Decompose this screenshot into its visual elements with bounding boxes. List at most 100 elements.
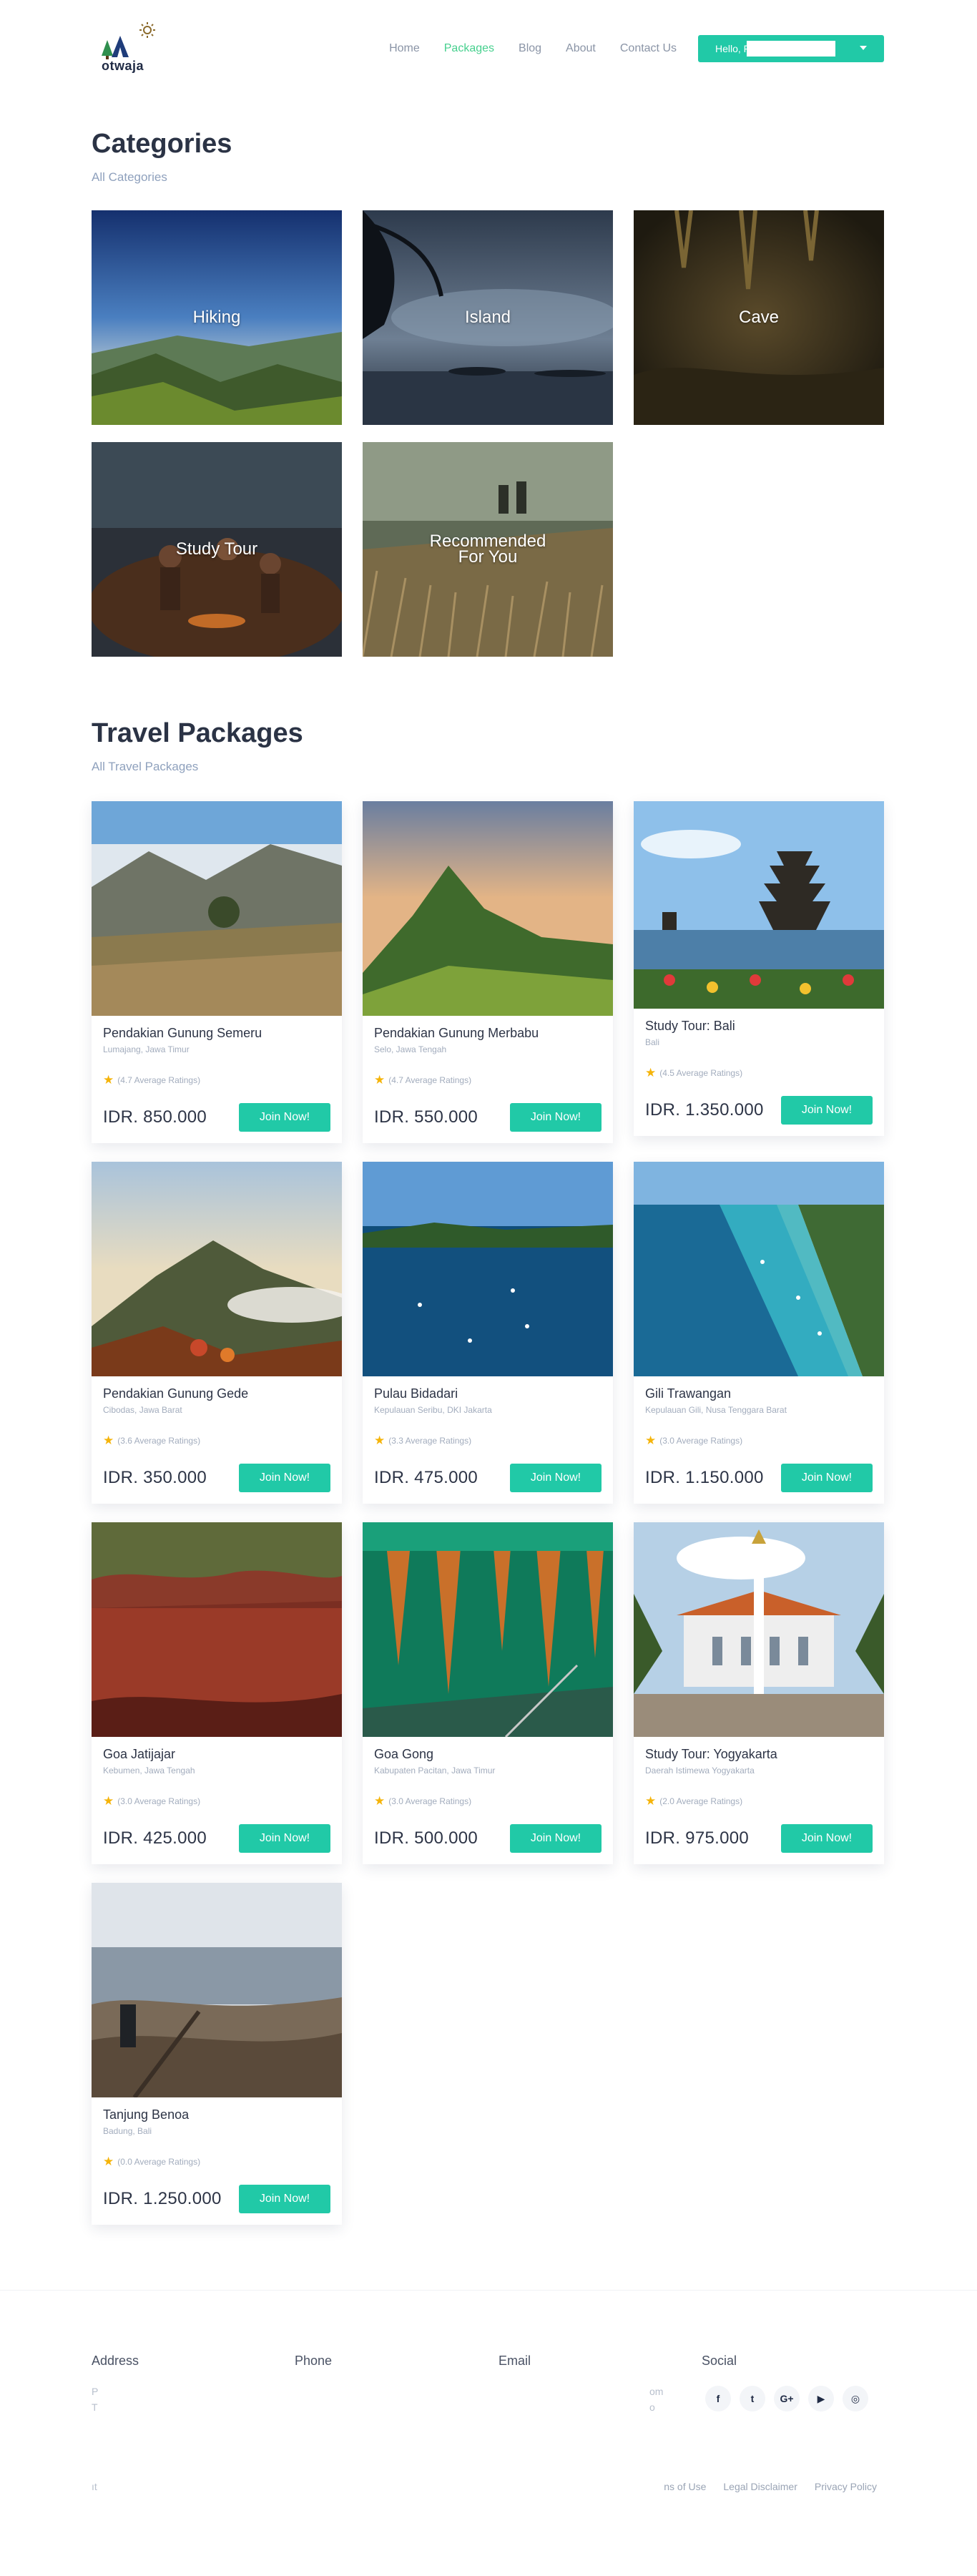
package-rating: ★ (3.6 Average Ratings) [103, 1434, 201, 1447]
site-logo[interactable]: otwaja [92, 20, 163, 77]
package-card[interactable]: Gili Trawangan Kepulauan Gili, Nusa Teng… [634, 1162, 884, 1504]
join-now-button[interactable]: Join Now! [239, 1103, 330, 1132]
package-price: IDR. 350.000 [103, 1468, 207, 1487]
package-card[interactable]: Pulau Bidadari Kepulauan Seribu, DKI Jak… [363, 1162, 613, 1504]
package-price: IDR. 850.000 [103, 1107, 207, 1127]
package-card[interactable]: Study Tour: Yogyakarta Daerah Istimewa Y… [634, 1522, 884, 1864]
user-greeting: Hello, F [715, 43, 750, 54]
footer-address-line: P [92, 2386, 99, 2397]
packages-subtitle[interactable]: All Travel Packages [92, 760, 198, 774]
join-now-button[interactable]: Join Now! [239, 1824, 330, 1853]
footer-divider [0, 2290, 977, 2291]
package-image [92, 1883, 342, 2097]
category-tile-study-tour[interactable]: Study Tour [92, 442, 342, 657]
footer-links: ns of Use Legal Disclaimer Privacy Polic… [647, 2481, 877, 2492]
legal-disclaimer-link[interactable]: Legal Disclaimer [723, 2481, 797, 2492]
package-card[interactable]: Goa Gong Kabupaten Pacitan, Jawa Timur ★… [363, 1522, 613, 1864]
category-tile-cave[interactable]: Cave [634, 210, 884, 425]
privacy-policy-link[interactable]: Privacy Policy [815, 2481, 877, 2492]
join-now-button[interactable]: Join Now! [510, 1464, 602, 1492]
package-card[interactable]: Pendakian Gunung Merbabu Selo, Jawa Teng… [363, 801, 613, 1143]
nav-about[interactable]: About [566, 42, 596, 55]
footer-email-title: Email [499, 2354, 531, 2368]
package-location: Cibodas, Jawa Barat [103, 1405, 182, 1415]
nav-packages[interactable]: Packages [444, 42, 494, 55]
category-label: Cave [738, 308, 780, 327]
package-rating: ★ (4.7 Average Ratings) [374, 1073, 472, 1087]
package-card[interactable]: Tanjung Benoa Badung, Bali ★ (0.0 Average… [92, 1883, 342, 2225]
facebook-icon[interactable]: f [705, 2386, 731, 2411]
footer-email-line: om [649, 2386, 664, 2397]
nav-blog[interactable]: Blog [519, 42, 541, 55]
join-now-button[interactable]: Join Now! [781, 1824, 873, 1853]
instagram-icon[interactable]: ◎ [843, 2386, 868, 2411]
youtube-icon[interactable]: ▶ [808, 2386, 834, 2411]
join-now-button[interactable]: Join Now! [781, 1464, 873, 1492]
package-rating: ★ (3.0 Average Ratings) [103, 1794, 201, 1808]
package-image [363, 801, 613, 1016]
join-now-button[interactable]: Join Now! [781, 1096, 873, 1125]
package-card[interactable]: Study Tour: Bali Bali ★ (4.5 Average Rati… [634, 801, 884, 1136]
footer-email-line: o [649, 2401, 655, 2413]
package-location: Kebumen, Jawa Tengah [103, 1766, 195, 1776]
package-name: Tanjung Benoa [103, 2107, 190, 2122]
package-image [634, 1162, 884, 1376]
package-name: Goa Jatijajar [103, 1747, 176, 1761]
package-price: IDR. 975.000 [645, 1828, 750, 1848]
categories-title: Categories [92, 129, 232, 159]
nav-home[interactable]: Home [389, 42, 420, 55]
package-name: Pulau Bidadari [374, 1386, 458, 1401]
categories-subtitle[interactable]: All Categories [92, 170, 167, 185]
site-header: otwaja Home Packages Blog About Contact … [92, 20, 884, 77]
twitter-icon[interactable]: t [740, 2386, 765, 2411]
package-image [363, 1522, 613, 1737]
package-location: Kepulauan Seribu, DKI Jakarta [374, 1405, 492, 1415]
category-tile-hiking[interactable]: Hiking [92, 210, 342, 425]
terms-link[interactable]: ns of Use [664, 2481, 706, 2492]
package-location: Bali [645, 1037, 660, 1047]
packages-title: Travel Packages [92, 718, 303, 748]
package-image [92, 1522, 342, 1737]
footer-copyright: ıt [92, 2481, 97, 2492]
category-tile-recommended[interactable]: Recommended For You [363, 442, 613, 657]
user-menu-button[interactable]: Hello, F [698, 35, 884, 62]
package-image [634, 1522, 884, 1737]
package-price: IDR. 1.250.000 [103, 2189, 222, 2208]
package-rating: ★ (0.0 Average Ratings) [103, 2155, 201, 2168]
main-nav: Home Packages Blog About Contact Us Hell… [365, 34, 884, 63]
package-location: Badung, Bali [103, 2126, 152, 2136]
package-rating: ★ (2.0 Average Ratings) [645, 1794, 743, 1808]
join-now-button[interactable]: Join Now! [239, 2185, 330, 2213]
package-name: Gili Trawangan [645, 1386, 732, 1401]
nav-contact-us[interactable]: Contact Us [620, 42, 677, 55]
social-links: f t G+ ▶ ◎ [705, 2386, 877, 2411]
package-card[interactable]: Goa Jatijajar Kebumen, Jawa Tengah ★ (3.0… [92, 1522, 342, 1864]
package-price: IDR. 475.000 [374, 1468, 478, 1487]
star-icon: ★ [645, 1794, 657, 1808]
join-now-button[interactable]: Join Now! [510, 1103, 602, 1132]
package-card[interactable]: Pendakian Gunung Semeru Lumajang, Jawa T… [92, 801, 342, 1143]
package-rating: ★ (4.7 Average Ratings) [103, 1073, 201, 1087]
star-icon: ★ [374, 1434, 386, 1447]
footer-address-line: T [92, 2401, 98, 2413]
star-icon: ★ [103, 1794, 114, 1808]
package-image [634, 801, 884, 1009]
package-name: Pendakian Gunung Gede [103, 1386, 249, 1401]
package-location: Kepulauan Gili, Nusa Tenggara Barat [645, 1405, 787, 1415]
redacted-username [747, 41, 835, 57]
package-card[interactable]: Pendakian Gunung Gede Cibodas, Jawa Bara… [92, 1162, 342, 1504]
package-name: Goa Gong [374, 1747, 434, 1761]
star-icon: ★ [645, 1066, 657, 1079]
package-price: IDR. 550.000 [374, 1107, 478, 1127]
google-plus-icon[interactable]: G+ [774, 2386, 800, 2411]
package-rating: ★ (3.3 Average Ratings) [374, 1434, 472, 1447]
package-location: Daerah Istimewa Yogyakarta [645, 1766, 755, 1776]
join-now-button[interactable]: Join Now! [510, 1824, 602, 1853]
package-name: Study Tour: Yogyakarta [645, 1747, 777, 1761]
category-tile-island[interactable]: Island [363, 210, 613, 425]
category-label: Island [464, 308, 511, 327]
join-now-button[interactable]: Join Now! [239, 1464, 330, 1492]
category-label: Recommended For You [429, 532, 546, 567]
package-price: IDR. 425.000 [103, 1828, 207, 1848]
star-icon: ★ [103, 2155, 114, 2168]
